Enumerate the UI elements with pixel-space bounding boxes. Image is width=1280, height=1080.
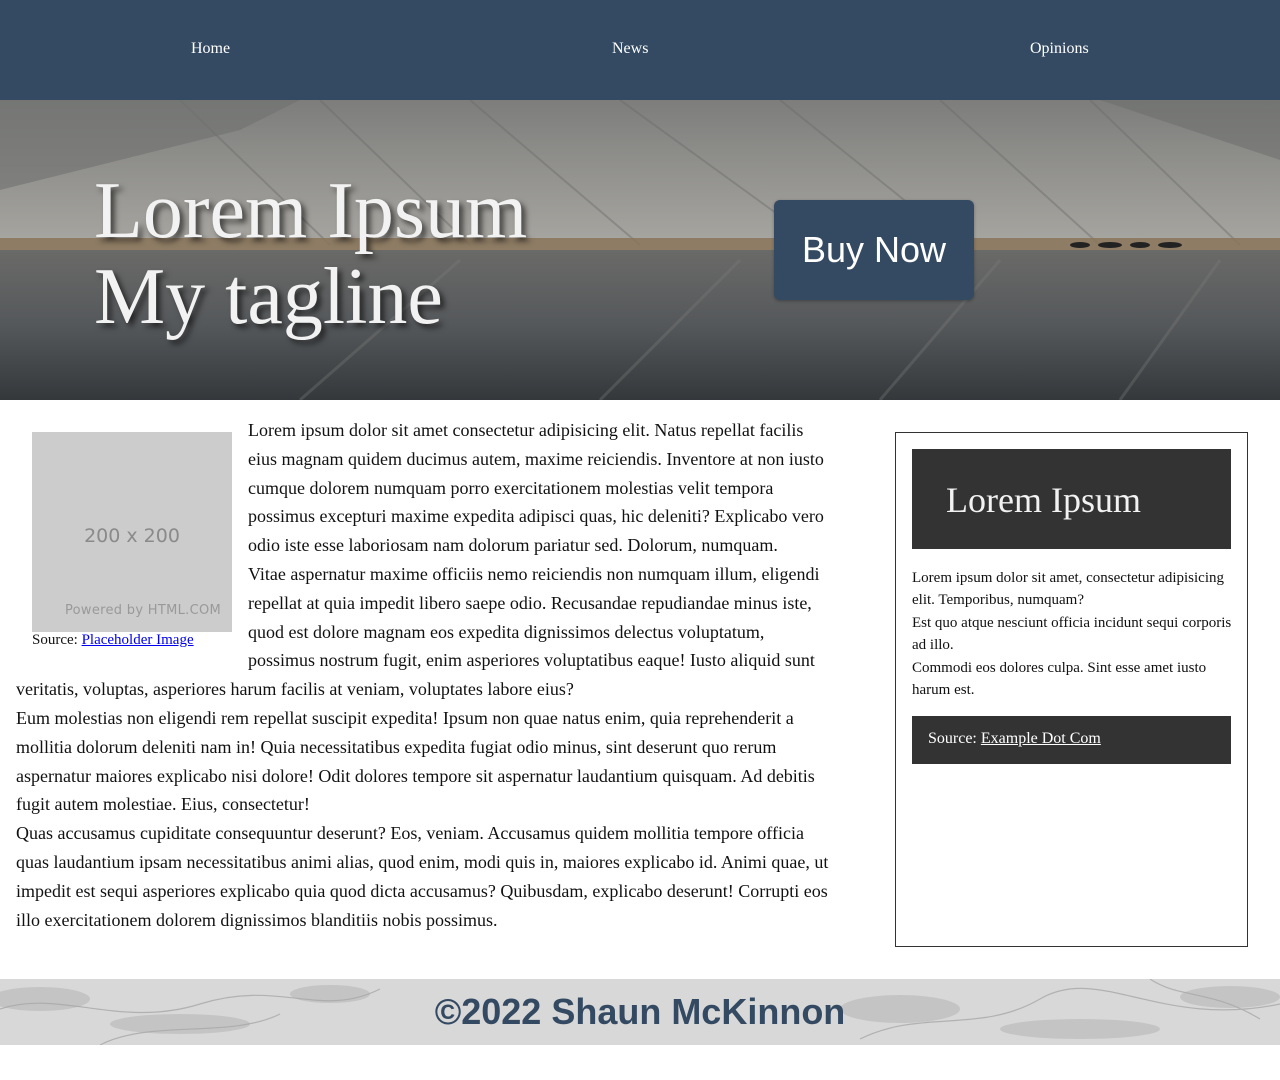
buy-now-button[interactable]: Buy Now — [774, 200, 974, 300]
hero-title: Lorem Ipsum My tagline — [94, 168, 527, 340]
hero-banner: Lorem Ipsum My tagline Buy Now — [0, 100, 1280, 400]
hero-title-line-1: Lorem Ipsum — [94, 167, 528, 255]
nav-link-news[interactable]: News — [612, 40, 648, 58]
article-figure: 200 x 200 Powered by HTML.COM Source: Pl… — [32, 432, 232, 649]
sidebar-paragraph-3: Commodi eos dolores culpa. Sint esse ame… — [912, 659, 1207, 699]
sidebar-source-link[interactable]: Example Dot Com — [981, 730, 1101, 747]
sidebar-paragraph-2: Est quo atque nesciunt officia incidunt … — [912, 614, 1232, 654]
hero-tagline: My tagline — [94, 253, 443, 341]
page-footer: ©2022 Shaun McKinnon — [0, 979, 1280, 1045]
figure-caption: Source: Placeholder Image — [32, 632, 232, 649]
footer-copyright: ©2022 Shaun McKinnon — [434, 991, 846, 1032]
nav-link-home[interactable]: Home — [191, 40, 230, 58]
sidebar-paragraph-1: Lorem ipsum dolor sit amet, consectetur … — [912, 570, 1225, 609]
main-article: 200 x 200 Powered by HTML.COM Source: Pl… — [16, 416, 831, 934]
article-paragraph-3: Eum molestias non eligendi rem repellat … — [16, 707, 815, 815]
sidebar-source: Source: Example Dot Com — [912, 716, 1231, 764]
placeholder-dimensions: 200 x 200 — [84, 525, 180, 547]
sidebar-source-prefix: Source: — [928, 730, 981, 747]
sidebar-text: Lorem ipsum dolor sit amet, consectetur … — [912, 567, 1232, 701]
placeholder-image: 200 x 200 Powered by HTML.COM — [32, 432, 232, 632]
caption-source-link[interactable]: Placeholder Image — [82, 632, 194, 648]
sidebar-heading: Lorem Ipsum — [946, 480, 1141, 520]
caption-prefix: Source: — [32, 632, 82, 648]
nav-link-opinions[interactable]: Opinions — [1030, 40, 1089, 58]
sidebar-header: Lorem Ipsum — [912, 449, 1231, 549]
top-navigation: Home News Opinions — [0, 0, 1280, 100]
placeholder-powered-by: Powered by HTML.COM — [64, 603, 221, 619]
sidebar: Lorem Ipsum Lorem ipsum dolor sit amet, … — [895, 432, 1248, 947]
article-paragraph-4: Quas accusamus cupiditate consequuntur d… — [16, 823, 829, 930]
